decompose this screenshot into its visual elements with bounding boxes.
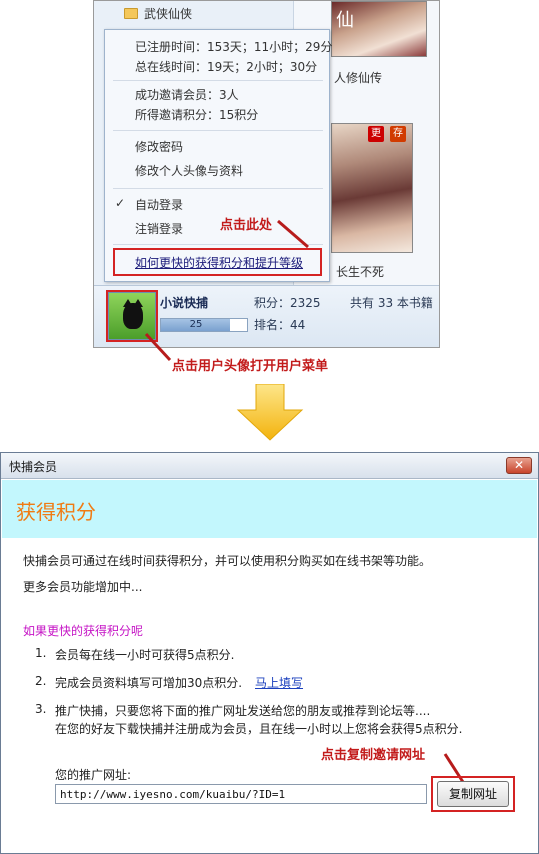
category-label: 武侠仙侠 bbox=[144, 7, 193, 21]
cover-text: 仙 bbox=[336, 10, 354, 31]
member-dialog: 快捕会员 ✕ 获得积分 快捕会员可通过在线时间获得积分，并可以使用积分购买如在线… bbox=[0, 452, 539, 854]
down-arrow-icon bbox=[236, 384, 304, 441]
callout-copy-url: 点击复制邀请网址 bbox=[321, 748, 426, 763]
url-label: 您的推广网址: bbox=[55, 768, 132, 782]
category-item-wuxia[interactable]: 武侠仙侠 bbox=[124, 3, 192, 25]
invite-points: 所得邀请积分：15积分 bbox=[135, 108, 259, 122]
dialog-title: 快捕会员 bbox=[9, 460, 58, 474]
user-points: 积分：2325 bbox=[254, 296, 321, 310]
step-number: 2. bbox=[35, 674, 47, 688]
step-text-continued: 在您的好友下载快捕并注册成为会员，且在线一小时以上您将会获得5点积分. bbox=[55, 722, 463, 736]
online-time: 总在线时间：19天；2小时；30分 bbox=[135, 60, 318, 74]
book-count: 共有 33 本书籍 bbox=[350, 296, 433, 310]
dialog-heading: 获得积分 bbox=[16, 500, 96, 524]
menu-item-auto-login[interactable]: 自动登录 bbox=[135, 196, 183, 213]
menu-divider bbox=[113, 130, 323, 131]
step-text: 会员每在线一小时可获得5点积分. bbox=[55, 648, 235, 662]
user-rank: 排名：44 bbox=[254, 318, 306, 332]
step-text: 推广快捕，只要您将下面的推广网址发送给您的朋友或推荐到论坛等.... bbox=[55, 704, 431, 718]
callout-arrow bbox=[277, 219, 309, 249]
invite-url-field[interactable] bbox=[55, 784, 427, 804]
update-badge: 更 bbox=[368, 126, 384, 142]
callout-click-here: 点击此处 bbox=[220, 218, 273, 233]
callout-open-menu: 点击用户头像打开用户菜单 bbox=[172, 359, 329, 374]
book-cover-2[interactable]: 更 存 bbox=[331, 123, 413, 253]
user-name: 小说快捕 bbox=[160, 296, 209, 310]
book-title-1[interactable]: 人修仙传 bbox=[334, 69, 382, 86]
step-number: 1. bbox=[35, 646, 47, 660]
fill-now-link[interactable]: 马上填写 bbox=[255, 674, 303, 691]
close-button[interactable]: ✕ bbox=[506, 457, 532, 474]
step-number: 3. bbox=[35, 702, 47, 716]
menu-item-edit-profile[interactable]: 修改个人头像与资料 bbox=[135, 162, 243, 179]
menu-divider bbox=[113, 80, 323, 81]
dialog-titlebar[interactable]: 快捕会员 ✕ bbox=[1, 453, 538, 479]
registered-time: 已注册时间：153天；11小时；29分 bbox=[135, 40, 333, 54]
bookshelf-screenshot: 武侠仙侠 仙 人修仙传 更 存 长生不死 已注册时间：153天；11小时；29分… bbox=[93, 0, 440, 348]
highlight-box-help bbox=[113, 248, 322, 276]
book-title-2[interactable]: 长生不死 bbox=[336, 263, 384, 280]
book-cover-1[interactable]: 仙 bbox=[331, 1, 427, 57]
dialog-header: 获得积分 bbox=[2, 480, 537, 538]
menu-item-logout[interactable]: 注销登录 bbox=[135, 220, 183, 237]
dialog-content: 快捕会员可通过在线时间获得积分，并可以使用积分购买如在线书架等功能。 更多会员功… bbox=[1, 538, 538, 853]
faster-heading: 如果更快的获得积分呢 bbox=[23, 624, 144, 638]
intro-text: 快捕会员可通过在线时间获得积分，并可以使用积分购买如在线书架等功能。 bbox=[23, 554, 432, 568]
menu-item-change-password[interactable]: 修改密码 bbox=[135, 138, 183, 155]
more-text: 更多会员功能增加中... bbox=[23, 580, 143, 594]
step-text: 完成会员资料填写可增加30点积分. bbox=[55, 676, 243, 690]
check-icon: ✓ bbox=[115, 196, 126, 210]
menu-divider bbox=[113, 188, 323, 189]
invited-members: 成功邀请会员：3人 bbox=[135, 88, 239, 102]
saved-badge: 存 bbox=[390, 126, 406, 142]
highlight-box-copy bbox=[431, 776, 515, 812]
folder-icon bbox=[124, 8, 138, 19]
